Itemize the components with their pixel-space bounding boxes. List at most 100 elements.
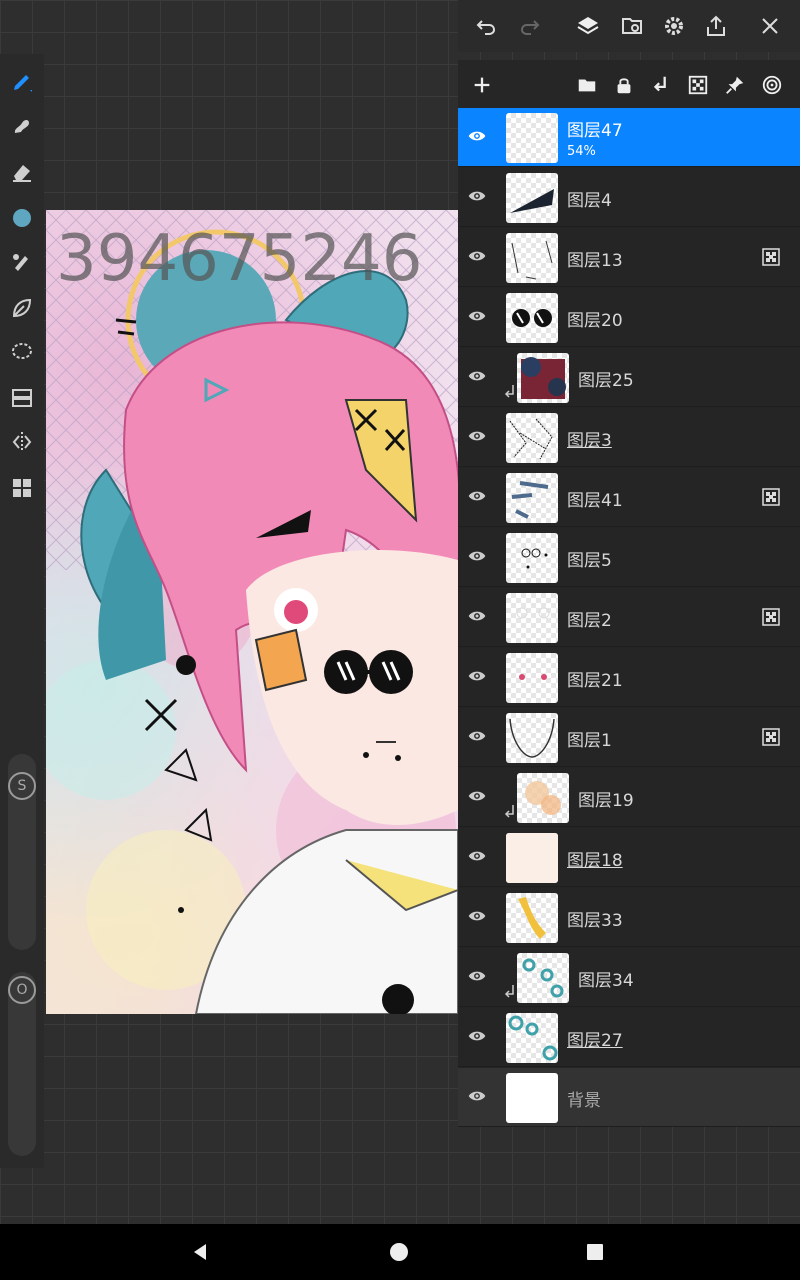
layer-name: 图层19 <box>578 791 634 811</box>
layer-thumbnail <box>506 1073 558 1123</box>
layer-row-background[interactable]: 背景 <box>458 1068 800 1127</box>
redo-icon[interactable] <box>514 10 546 42</box>
merge-down-icon[interactable] <box>648 72 674 98</box>
layer-opacity: 54% <box>567 144 596 159</box>
layer-name: 图层20 <box>567 311 623 331</box>
layer-name: 背景 <box>567 1091 601 1111</box>
layer-row[interactable]: 图层33 <box>458 888 800 947</box>
layer-thumbnail <box>506 233 558 283</box>
layer-row[interactable]: 图层4 <box>458 168 800 227</box>
symmetry-icon[interactable] <box>4 424 40 460</box>
pin-icon[interactable] <box>722 72 748 98</box>
color-swatch-icon[interactable] <box>4 200 40 236</box>
home-icon[interactable] <box>387 1240 411 1264</box>
visibility-eye-icon[interactable] <box>466 785 488 807</box>
layer-name: 图层2 <box>567 611 612 631</box>
layer-row[interactable]: 图层2 <box>458 588 800 647</box>
settings-icon[interactable] <box>658 10 690 42</box>
layer-row[interactable]: 图层3 <box>458 408 800 467</box>
layer-name: 图层25 <box>578 371 634 391</box>
layer-name: 图层21 <box>567 671 623 691</box>
reference-icon[interactable] <box>616 10 648 42</box>
layer-name: 图层4 <box>567 191 612 211</box>
layer-row[interactable]: 图层27 <box>458 1008 800 1067</box>
clipping-mask-icon <box>504 985 514 998</box>
visibility-eye-icon[interactable] <box>466 905 488 927</box>
fill-icon[interactable] <box>4 244 40 280</box>
layer-name: 图层5 <box>567 551 612 571</box>
layer-thumbnail <box>506 293 558 343</box>
alpha-lock-icon <box>762 248 780 266</box>
layer-row[interactable]: 图层1 <box>458 708 800 767</box>
close-icon[interactable] <box>754 10 786 42</box>
layer-thumbnail <box>506 1013 558 1063</box>
layer-row[interactable]: 图层21 <box>458 648 800 707</box>
layer-row[interactable]: 图层5 <box>458 528 800 587</box>
visibility-eye-icon[interactable] <box>466 845 488 867</box>
layer-row[interactable]: 图层41 <box>458 468 800 527</box>
layer-name: 图层18 <box>567 851 623 871</box>
layer-panel: 图层47 54% 图层4 图层13 图层20 图层25 图层3 图层41 图层5… <box>458 60 800 1127</box>
smudge-icon[interactable] <box>4 108 40 144</box>
visibility-eye-icon[interactable] <box>466 545 488 567</box>
share-icon[interactable] <box>700 10 732 42</box>
layer-row[interactable]: 图层13 <box>458 228 800 287</box>
lock-icon[interactable] <box>611 72 637 98</box>
leaf-brush-icon[interactable] <box>4 290 40 326</box>
brush-size-knob[interactable]: S <box>8 772 36 800</box>
layer-toolbar <box>458 60 800 108</box>
layer-thumbnail <box>506 173 558 223</box>
grid-menu-icon[interactable] <box>4 470 40 506</box>
visibility-eye-icon[interactable] <box>466 305 488 327</box>
visibility-eye-icon[interactable] <box>466 1085 488 1107</box>
visibility-eye-icon[interactable] <box>466 185 488 207</box>
layer-thumbnail <box>506 893 558 943</box>
layer-row[interactable]: 图层19 <box>458 768 800 827</box>
layer-name: 图层34 <box>578 971 634 991</box>
layer-row[interactable]: 图层18 <box>458 828 800 887</box>
layer-row[interactable]: 图层47 54% <box>458 108 800 167</box>
recents-icon[interactable] <box>583 1240 607 1264</box>
layer-thumbnail <box>517 353 569 403</box>
system-nav-bar <box>0 1224 800 1280</box>
visibility-eye-icon[interactable] <box>466 965 488 987</box>
target-icon[interactable] <box>759 72 785 98</box>
visibility-eye-icon[interactable] <box>466 665 488 687</box>
layer-thumbnail <box>506 473 558 523</box>
back-icon[interactable] <box>188 1240 212 1264</box>
eraser-icon[interactable] <box>4 154 40 190</box>
layer-thumbnail <box>517 773 569 823</box>
visibility-eye-icon[interactable] <box>466 425 488 447</box>
layer-thumbnail <box>506 593 558 643</box>
visibility-eye-icon[interactable] <box>466 1025 488 1047</box>
lasso-select-icon[interactable] <box>4 334 40 370</box>
layer-name: 图层13 <box>567 251 623 271</box>
undo-icon[interactable] <box>470 10 502 42</box>
layer-thumbnail <box>506 653 558 703</box>
gradient-icon[interactable] <box>4 380 40 416</box>
visibility-eye-icon[interactable] <box>466 725 488 747</box>
brush-icon[interactable] <box>4 64 40 100</box>
alpha-lock-icon[interactable] <box>685 72 711 98</box>
clipping-mask-icon <box>504 385 514 398</box>
visibility-eye-icon[interactable] <box>466 605 488 627</box>
layer-row[interactable]: 图层25 <box>458 348 800 407</box>
clipping-mask-icon <box>504 805 514 818</box>
visibility-eye-icon[interactable] <box>466 365 488 387</box>
visibility-eye-icon[interactable] <box>466 485 488 507</box>
alpha-lock-icon <box>762 608 780 626</box>
layers-icon[interactable] <box>572 10 604 42</box>
tool-rail: S O <box>0 54 44 1168</box>
layer-row[interactable]: 图层34 <box>458 948 800 1007</box>
layer-row[interactable]: 图层20 <box>458 288 800 347</box>
visibility-eye-icon[interactable] <box>466 125 488 147</box>
add-layer-icon[interactable] <box>469 72 495 98</box>
layer-thumbnail <box>517 953 569 1003</box>
layer-name: 图层1 <box>567 731 612 751</box>
layer-name: 图层3 <box>567 431 612 451</box>
drawing-canvas[interactable]: 394675246 <box>46 210 458 1014</box>
visibility-eye-icon[interactable] <box>466 245 488 267</box>
folder-icon[interactable] <box>574 72 600 98</box>
layer-thumbnail <box>506 533 558 583</box>
brush-opacity-knob[interactable]: O <box>8 976 36 1004</box>
